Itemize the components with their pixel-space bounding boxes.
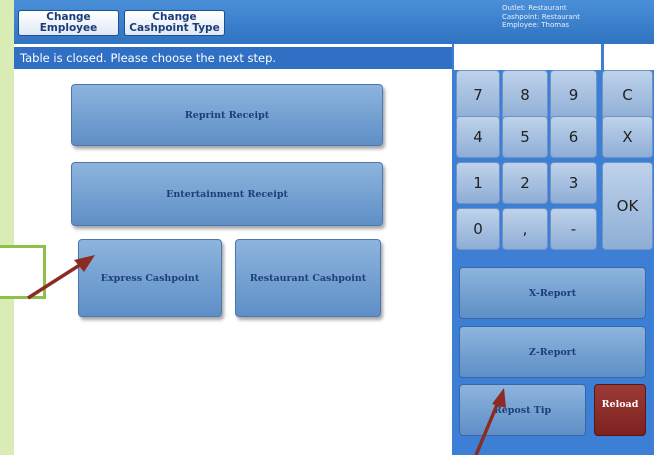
arrow-to-express-cashpoint-icon <box>27 255 95 300</box>
arrow-to-repost-tip-icon <box>474 388 506 455</box>
annotation-arrows <box>27 255 506 455</box>
